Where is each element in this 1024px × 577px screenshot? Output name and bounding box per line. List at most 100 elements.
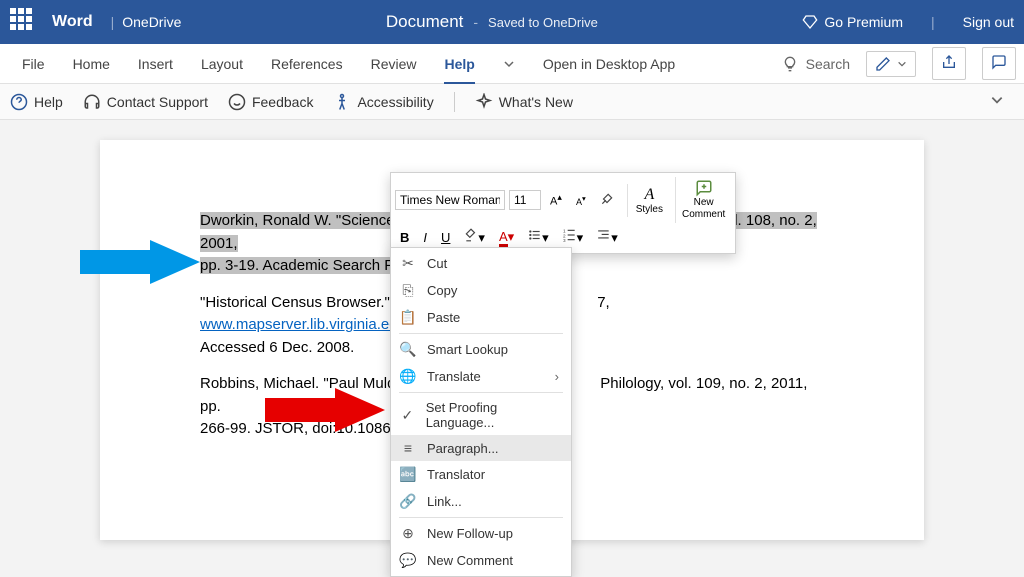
svg-text:3: 3 bbox=[563, 238, 566, 242]
headset-icon bbox=[83, 93, 101, 111]
share-button[interactable] bbox=[932, 47, 966, 80]
tab-layout[interactable]: Layout bbox=[187, 44, 257, 84]
styles-icon: A bbox=[644, 186, 654, 204]
brush-icon bbox=[600, 192, 614, 206]
document-title[interactable]: Document bbox=[386, 12, 463, 32]
indent-icon bbox=[597, 228, 611, 242]
chevron-down-icon bbox=[897, 59, 907, 69]
app-name: Word bbox=[52, 13, 93, 31]
bullets-icon bbox=[528, 228, 542, 242]
comment-icon: 💬 bbox=[399, 552, 417, 569]
app-launcher-icon[interactable] bbox=[10, 8, 38, 36]
paste-icon: 📋 bbox=[399, 309, 417, 326]
location-label[interactable]: OneDrive bbox=[122, 14, 181, 30]
cut-icon: ✂ bbox=[399, 255, 417, 272]
save-status: Saved to OneDrive bbox=[488, 15, 598, 30]
menu-smart-lookup[interactable]: 🔍 Smart Lookup bbox=[391, 336, 571, 363]
numbering-icon: 123 bbox=[563, 228, 577, 242]
selected-text[interactable]: pp. 3-19. Academic Search Prem bbox=[200, 257, 420, 274]
link-icon: 🔗 bbox=[399, 493, 417, 510]
styles-button[interactable]: A Styles bbox=[627, 184, 671, 217]
hyperlink[interactable]: www.mapserver.lib.virginia.edu/ bbox=[200, 316, 410, 333]
decrease-font-button[interactable]: A▾ bbox=[571, 191, 591, 210]
menu-paste[interactable]: 📋 Paste bbox=[391, 304, 571, 331]
smiley-icon bbox=[228, 93, 246, 111]
copy-icon: ⎘ bbox=[399, 282, 417, 299]
paragraph-icon: ≡ bbox=[399, 440, 417, 456]
accessibility-button[interactable]: Accessibility bbox=[333, 93, 433, 111]
menu-link[interactable]: 🔗 Link... bbox=[391, 488, 571, 515]
new-comment-button[interactable]: New Comment bbox=[675, 177, 731, 223]
menu-separator bbox=[399, 392, 563, 393]
help-toolbar: Help Contact Support Feedback Accessibil… bbox=[0, 84, 1024, 120]
tab-home[interactable]: Home bbox=[59, 44, 124, 84]
chevron-right-icon: › bbox=[555, 369, 559, 384]
search-icon: 🔍 bbox=[399, 341, 417, 358]
sparkle-icon bbox=[475, 93, 493, 111]
share-icon bbox=[941, 54, 957, 70]
menu-translate[interactable]: 🌐 Translate › bbox=[391, 363, 571, 390]
highlighter-icon bbox=[464, 228, 478, 242]
whats-new-button[interactable]: What's New bbox=[475, 93, 573, 111]
tab-more[interactable] bbox=[489, 44, 529, 84]
bullets-button[interactable]: ▾ bbox=[523, 225, 554, 249]
menu-translator[interactable]: 🔤 Translator bbox=[391, 461, 571, 488]
toolbar-separator bbox=[454, 92, 455, 112]
menu-cut[interactable]: ✂ Cut bbox=[391, 250, 571, 277]
chevron-down-icon bbox=[503, 58, 515, 70]
menu-separator bbox=[399, 333, 563, 334]
title-separator: | bbox=[111, 14, 115, 30]
comments-button[interactable] bbox=[982, 47, 1016, 80]
menu-separator bbox=[399, 517, 563, 518]
menu-paragraph[interactable]: ≡ Paragraph... bbox=[391, 435, 571, 461]
title-separator: | bbox=[931, 14, 935, 30]
open-desktop-button[interactable]: Open in Desktop App bbox=[529, 44, 689, 84]
tab-review[interactable]: Review bbox=[357, 44, 431, 84]
menu-copy[interactable]: ⎘ Copy bbox=[391, 277, 571, 304]
italic-button[interactable]: I bbox=[418, 227, 432, 248]
comment-icon bbox=[991, 54, 1007, 70]
comment-plus-icon bbox=[695, 179, 713, 197]
highlight-button[interactable]: ▾ bbox=[459, 225, 490, 249]
title-center: Document - Saved to OneDrive bbox=[181, 12, 802, 32]
font-size-select[interactable] bbox=[509, 190, 541, 210]
question-icon bbox=[10, 93, 28, 111]
context-menu: ✂ Cut ⎘ Copy 📋 Paste 🔍 Smart Lookup 🌐 Tr… bbox=[390, 247, 572, 577]
search-box[interactable]: Search bbox=[782, 56, 850, 72]
tab-references[interactable]: References bbox=[257, 44, 357, 84]
menu-new-comment[interactable]: 💬 New Comment bbox=[391, 547, 571, 574]
underline-button[interactable]: U bbox=[436, 227, 455, 248]
editing-mode-button[interactable] bbox=[866, 51, 916, 77]
lightbulb-icon bbox=[782, 56, 798, 72]
indent-button[interactable]: ▾ bbox=[592, 225, 623, 249]
annotation-red-arrow bbox=[265, 388, 385, 438]
annotation-blue-arrow bbox=[80, 240, 200, 290]
translator-icon: 🔤 bbox=[399, 466, 417, 483]
menu-new-followup[interactable]: ⊕ New Follow-up bbox=[391, 520, 571, 547]
menu-proofing-language[interactable]: ✓ Set Proofing Language... bbox=[391, 395, 571, 435]
bold-button[interactable]: B bbox=[395, 227, 414, 248]
translate-icon: 🌐 bbox=[399, 368, 417, 385]
font-color-button[interactable]: A▾ bbox=[494, 226, 519, 248]
mini-toolbar: A▴ A▾ A Styles New Comment B I U ▾ A▾ ▾ … bbox=[390, 172, 736, 254]
sign-out-button[interactable]: Sign out bbox=[963, 14, 1014, 30]
title-bar: Word | OneDrive Document - Saved to OneD… bbox=[0, 0, 1024, 44]
go-premium-button[interactable]: Go Premium bbox=[802, 14, 903, 30]
help-button[interactable]: Help bbox=[10, 93, 63, 111]
accessibility-icon bbox=[333, 93, 351, 111]
tab-file[interactable]: File bbox=[8, 44, 59, 84]
diamond-icon bbox=[802, 14, 818, 30]
pencil-icon bbox=[875, 56, 891, 72]
contact-support-button[interactable]: Contact Support bbox=[83, 93, 208, 111]
numbering-button[interactable]: 123▾ bbox=[558, 225, 589, 249]
format-painter-button[interactable] bbox=[595, 189, 619, 212]
font-family-select[interactable] bbox=[395, 190, 505, 210]
feedback-button[interactable]: Feedback bbox=[228, 93, 313, 111]
tab-help[interactable]: Help bbox=[430, 44, 488, 84]
expand-ribbon-button[interactable] bbox=[980, 93, 1014, 110]
language-icon: ✓ bbox=[399, 407, 416, 424]
tab-insert[interactable]: Insert bbox=[124, 44, 187, 84]
increase-font-button[interactable]: A▴ bbox=[545, 189, 567, 211]
followup-icon: ⊕ bbox=[399, 525, 417, 542]
chevron-down-icon bbox=[990, 93, 1004, 107]
